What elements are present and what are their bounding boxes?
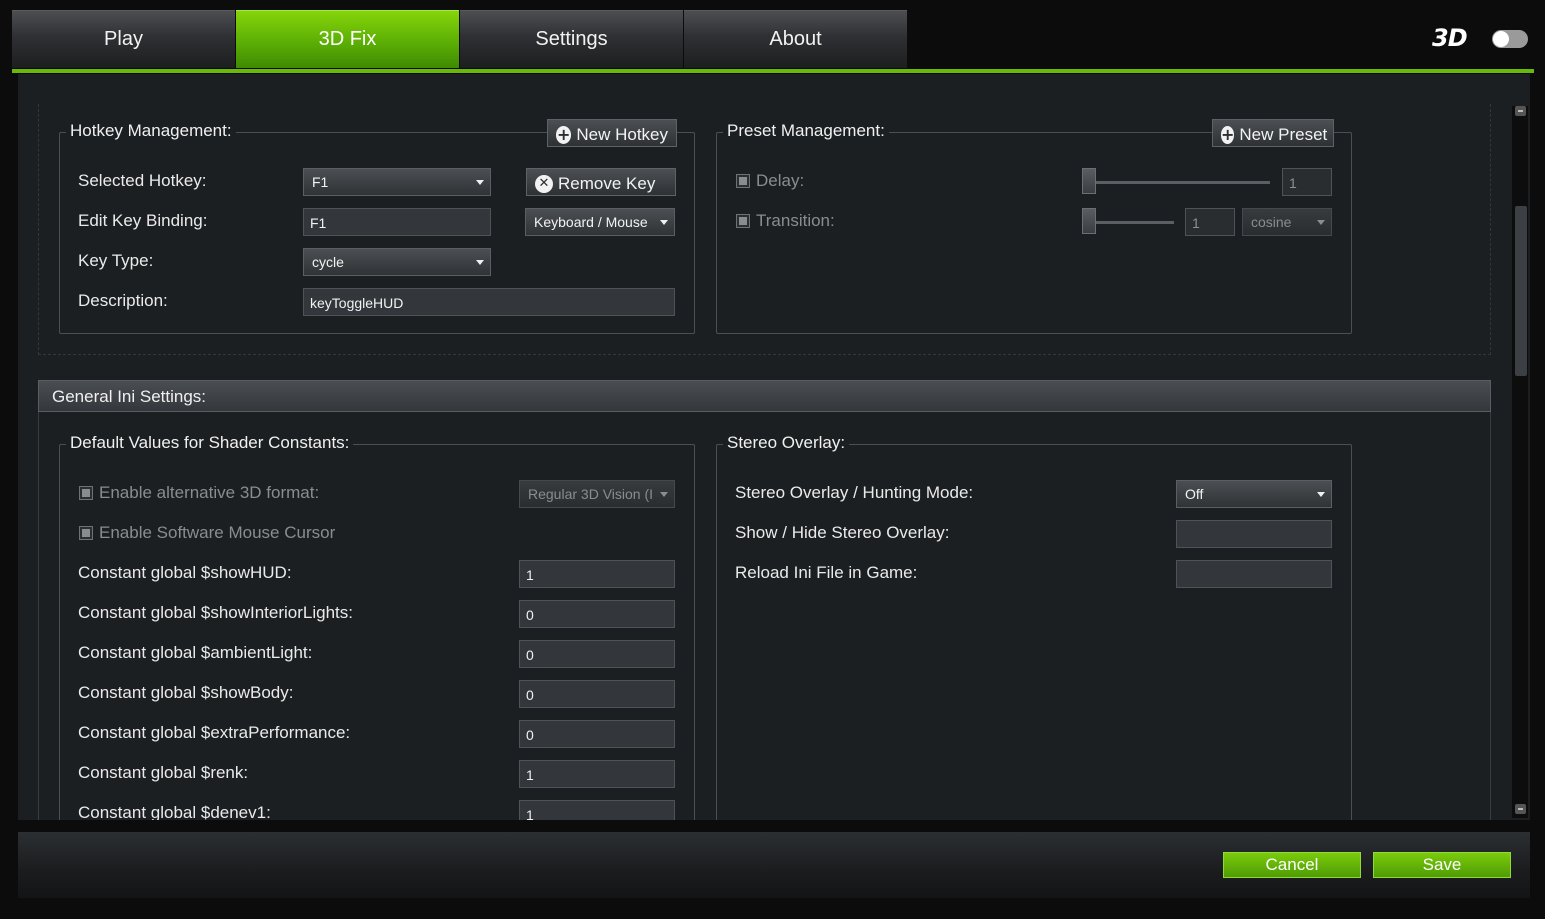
constant-input[interactable]: 0 xyxy=(519,600,675,628)
transition-curve-select[interactable]: cosine xyxy=(1242,208,1332,236)
tab-underline xyxy=(12,69,1534,73)
transition-curve-value: cosine xyxy=(1251,214,1292,230)
main-tab-bar: Play 3D Fix Settings About xyxy=(12,10,907,70)
transition-slider-handle[interactable] xyxy=(1082,208,1096,234)
stereo-overlay-legend: Stereo Overlay: xyxy=(723,433,850,453)
transition-label: Transition: xyxy=(756,211,835,230)
tab-about[interactable]: About xyxy=(684,10,907,68)
overlay-mode-select[interactable]: Off xyxy=(1176,480,1332,508)
software-cursor-label: Enable Software Mouse Cursor xyxy=(99,523,336,542)
content-panel: Hotkey Management: + New Hotkey Selected… xyxy=(18,74,1530,820)
selected-hotkey-label: Selected Hotkey: xyxy=(78,171,207,190)
description-input[interactable]: keyToggleHUD xyxy=(303,288,675,316)
alt-3d-format-value: Regular 3D Vision (I xyxy=(528,486,654,502)
chevron-down-icon xyxy=(660,220,668,225)
remove-key-button[interactable]: ✕ Remove Key xyxy=(526,168,676,196)
chevron-down-icon xyxy=(476,180,484,185)
plus-icon: + xyxy=(1221,124,1235,144)
overlay-mode-value: Off xyxy=(1185,486,1204,502)
software-cursor-checkbox[interactable] xyxy=(79,526,93,540)
input-device-value: Keyboard / Mouse xyxy=(534,214,648,230)
footer-bar: Cancel Save xyxy=(18,832,1530,898)
constant-label: Constant global $showBody: xyxy=(78,683,294,702)
key-type-select[interactable]: cycle xyxy=(303,248,491,276)
new-hotkey-button[interactable]: + New Hotkey xyxy=(547,119,677,147)
alt-3d-format-select[interactable]: Regular 3D Vision (I xyxy=(519,480,675,508)
tab-settings[interactable]: Settings xyxy=(460,10,683,68)
description-label: Description: xyxy=(78,291,168,310)
alt-3d-format-label: Enable alternative 3D format: xyxy=(99,483,320,502)
selected-hotkey-value: F1 xyxy=(312,174,329,190)
edit-key-binding-input[interactable]: F1 xyxy=(303,208,491,236)
3d-vision-logo[interactable]: 3D xyxy=(1432,24,1530,54)
show-hide-overlay-input[interactable] xyxy=(1176,520,1332,548)
chevron-down-icon xyxy=(1317,492,1325,497)
cancel-button[interactable]: Cancel xyxy=(1223,852,1361,878)
constant-input[interactable]: 0 xyxy=(519,640,675,668)
close-icon: ✕ xyxy=(535,174,553,193)
constant-input[interactable]: 0 xyxy=(519,720,675,748)
delay-input[interactable]: 1 xyxy=(1282,168,1332,196)
general-ini-header: General Ini Settings: xyxy=(38,380,1491,412)
preset-management-legend: Preset Management: xyxy=(723,121,889,141)
new-preset-button[interactable]: + New Preset xyxy=(1212,119,1334,147)
constant-input[interactable]: 1 xyxy=(519,800,675,820)
logo-text: 3D xyxy=(1432,24,1468,52)
chevron-down-icon xyxy=(660,492,668,497)
chevron-down-icon xyxy=(476,260,484,265)
constant-label: Constant global $extraPerformance: xyxy=(78,723,351,742)
hotkey-management-legend: Hotkey Management: xyxy=(66,121,236,141)
new-preset-label: New Preset xyxy=(1239,124,1328,144)
delay-checkbox[interactable] xyxy=(736,174,750,188)
edit-key-binding-label: Edit Key Binding: xyxy=(78,211,208,230)
shader-constants-legend: Default Values for Shader Constants: xyxy=(66,433,354,453)
constant-input[interactable]: 1 xyxy=(519,560,675,588)
constant-label: Constant global $showHUD: xyxy=(78,563,292,582)
remove-key-label: Remove Key xyxy=(558,173,656,193)
delay-slider-handle[interactable] xyxy=(1082,168,1096,194)
new-hotkey-label: New Hotkey xyxy=(576,124,668,144)
constant-input[interactable]: 0 xyxy=(519,680,675,708)
show-hide-overlay-label: Show / Hide Stereo Overlay: xyxy=(735,523,950,542)
overlay-mode-label: Stereo Overlay / Hunting Mode: xyxy=(735,483,974,502)
tab-3d-fix[interactable]: 3D Fix xyxy=(236,10,459,68)
key-type-label: Key Type: xyxy=(78,251,154,270)
input-device-select[interactable]: Keyboard / Mouse xyxy=(525,208,675,236)
key-type-value: cycle xyxy=(312,254,344,270)
plus-icon: + xyxy=(556,124,572,144)
delay-slider[interactable] xyxy=(1088,181,1270,184)
transition-slider[interactable] xyxy=(1088,221,1174,224)
delay-label: Delay: xyxy=(756,171,805,190)
alt-3d-format-checkbox[interactable] xyxy=(79,486,93,500)
scrollbar-thumb[interactable] xyxy=(1515,206,1527,376)
scroll-up-button[interactable] xyxy=(1515,106,1526,116)
constant-label: Constant global $ambientLight: xyxy=(78,643,313,662)
3d-toggle-icon[interactable] xyxy=(1492,30,1528,48)
constant-input[interactable]: 1 xyxy=(519,760,675,788)
constant-label: Constant global $renk: xyxy=(78,763,249,782)
chevron-down-icon xyxy=(1317,220,1325,225)
reload-ini-input[interactable] xyxy=(1176,560,1332,588)
constant-label: Constant global $denev1: xyxy=(78,803,271,820)
selected-hotkey-select[interactable]: F1 xyxy=(303,168,491,196)
tab-play[interactable]: Play xyxy=(12,10,235,68)
scroll-down-button[interactable] xyxy=(1515,804,1526,814)
constant-label: Constant global $showInteriorLights: xyxy=(78,603,353,622)
reload-ini-label: Reload Ini File in Game: xyxy=(735,563,918,582)
save-button[interactable]: Save xyxy=(1373,852,1511,878)
transition-input[interactable]: 1 xyxy=(1185,208,1235,236)
transition-checkbox[interactable] xyxy=(736,214,750,228)
